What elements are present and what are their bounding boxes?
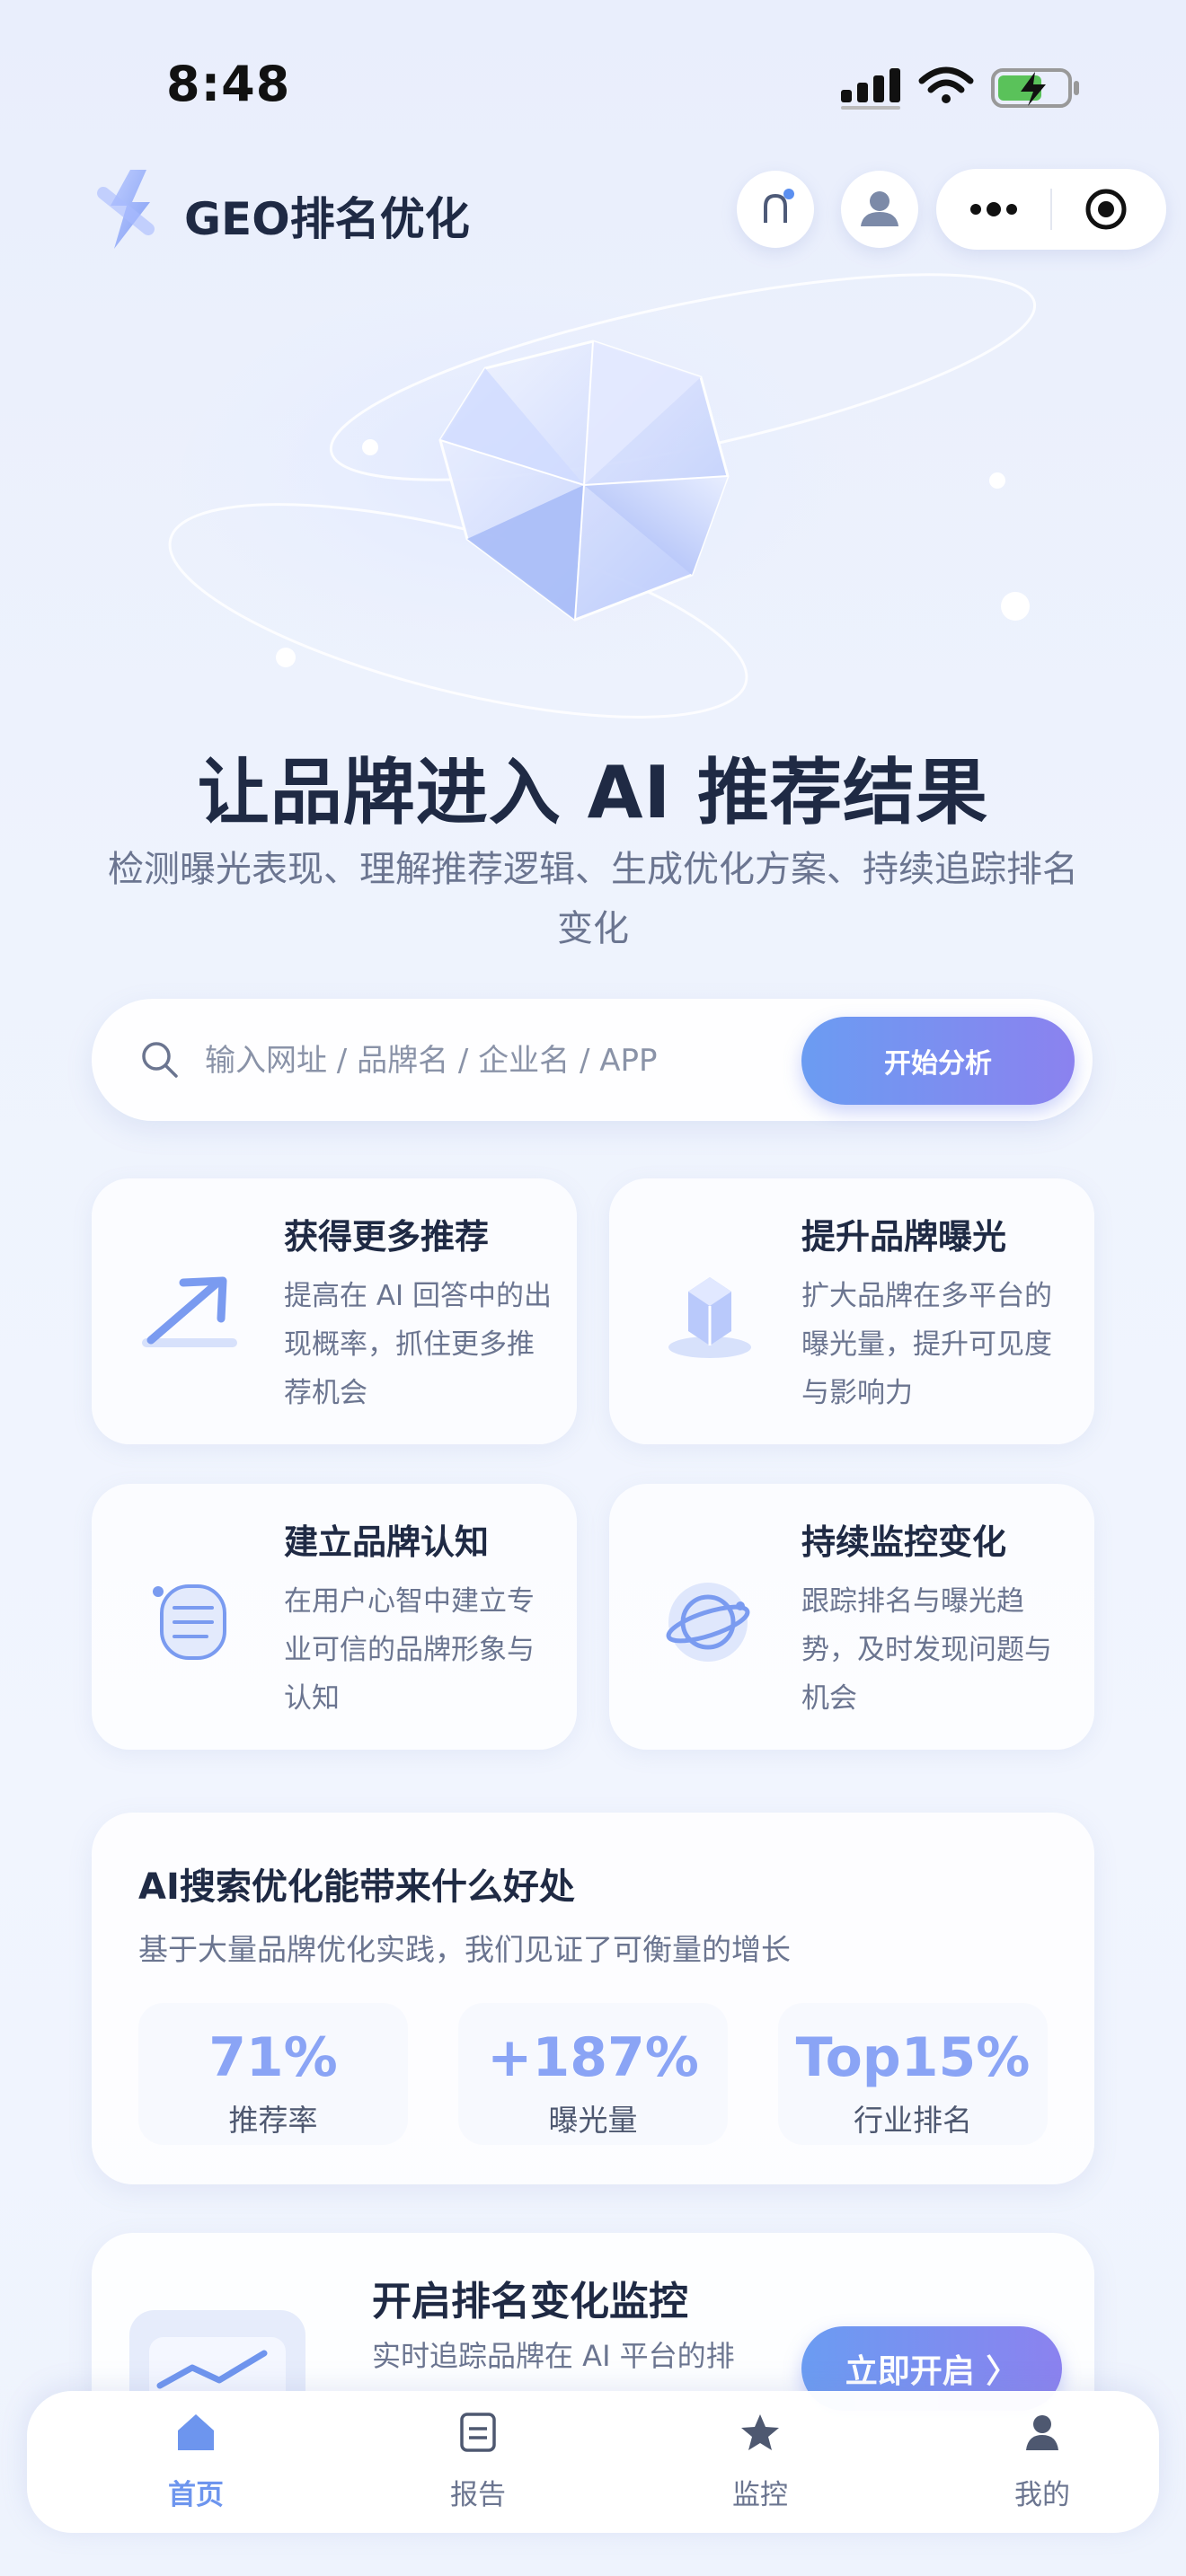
feature-desc: 提高在 AI 回答中的出现概率，抓住更多推荐机会 bbox=[284, 1280, 553, 1409]
brand-logo-icon bbox=[97, 170, 155, 249]
hero-crystal-illustration bbox=[168, 273, 1037, 719]
tab-profile[interactable]: 我的 bbox=[961, 2407, 1123, 2515]
feature-desc: 在用户心智中建立专业可信的品牌形象与认知 bbox=[284, 1585, 535, 1715]
user-icon bbox=[1026, 2415, 1058, 2450]
feature-title: 建立品牌认知 bbox=[284, 1522, 490, 1562]
signal-icon bbox=[841, 68, 900, 110]
status-time: 8:48 bbox=[166, 56, 291, 112]
search-icon bbox=[142, 1042, 178, 1078]
hero-subtitle: 检测曝光表现、理解推荐逻辑、生成优化方案、持续追踪排名变化 bbox=[108, 849, 1078, 949]
feature-title: 提升品牌曝光 bbox=[801, 1217, 1007, 1257]
feature-title: 获得更多推荐 bbox=[284, 1217, 490, 1257]
wifi-icon bbox=[918, 66, 974, 103]
report-icon bbox=[460, 2413, 496, 2452]
avatar-button[interactable] bbox=[841, 171, 918, 248]
miniprogram-capsule bbox=[936, 169, 1166, 250]
hero-title: 让品牌进入 AI 推荐结果 bbox=[197, 751, 989, 834]
crystal-icon bbox=[668, 1277, 751, 1358]
arrow-up-right-icon bbox=[142, 1276, 237, 1347]
tab-label: 首页 bbox=[168, 2479, 224, 2511]
capsule-divider bbox=[1050, 189, 1052, 230]
feature-card-exposure[interactable]: 提升品牌曝光 扩大品牌在多平台的曝光量，提升可见度与影响力 bbox=[609, 1178, 1094, 1444]
stat-recommend-rate: 71% 推荐率 bbox=[138, 2003, 408, 2145]
benefits-title: AI搜索优化能带来什么好处 bbox=[138, 1866, 575, 1908]
stat-value: +187% bbox=[487, 2026, 699, 2089]
app-title: GEO排名优化 bbox=[184, 193, 470, 245]
stat-label: 曝光量 bbox=[548, 2103, 638, 2138]
headset-icon bbox=[764, 189, 794, 223]
feature-desc: 跟踪排名与曝光趋势，及时发现问题与机会 bbox=[801, 1585, 1052, 1715]
bottom-tab-bar: 首页 报告 监控 我的 bbox=[27, 2391, 1159, 2533]
star-icon bbox=[741, 2414, 779, 2450]
stat-label: 行业排名 bbox=[854, 2103, 972, 2138]
tab-label: 监控 bbox=[732, 2479, 788, 2511]
document-icon bbox=[153, 1584, 226, 1660]
monitor-title: 开启排名变化监控 bbox=[372, 2279, 688, 2325]
stat-value: 71% bbox=[208, 2026, 338, 2089]
stat-value: Top15% bbox=[795, 2026, 1031, 2089]
more-icon[interactable] bbox=[965, 194, 1022, 225]
feature-card-awareness[interactable]: 建立品牌认知 在用户心智中建立专业可信的品牌形象与认知 bbox=[92, 1484, 577, 1750]
planet-icon bbox=[666, 1583, 750, 1662]
headset-button[interactable] bbox=[737, 171, 814, 248]
tab-label: 我的 bbox=[1014, 2479, 1070, 2511]
feature-card-monitor[interactable]: 持续监控变化 跟踪排名与曝光趋势，及时发现问题与机会 bbox=[609, 1484, 1094, 1750]
tab-report[interactable]: 报告 bbox=[397, 2407, 559, 2515]
benefits-subtitle: 基于大量品牌优化实践，我们见证了可衡量的增长 bbox=[138, 1932, 791, 1967]
close-miniprogram-icon[interactable] bbox=[1084, 187, 1128, 232]
monitor-desc: 实时追踪品牌在 AI 平台的排 bbox=[372, 2339, 735, 2373]
avatar-icon bbox=[861, 191, 898, 226]
tab-monitor[interactable]: 监控 bbox=[679, 2407, 841, 2515]
feature-title: 持续监控变化 bbox=[801, 1522, 1007, 1562]
stat-industry-rank: Top15% 行业排名 bbox=[778, 2003, 1048, 2145]
tab-label: 报告 bbox=[450, 2479, 506, 2511]
battery-icon bbox=[991, 68, 1079, 108]
start-analysis-button[interactable]: 开始分析 bbox=[801, 1017, 1075, 1105]
benefits-section: AI搜索优化能带来什么好处 基于大量品牌优化实践，我们见证了可衡量的增长 71%… bbox=[92, 1813, 1094, 2184]
search-bar: 开始分析 bbox=[92, 999, 1093, 1121]
feature-desc: 扩大品牌在多平台的曝光量，提升可见度与影响力 bbox=[801, 1280, 1052, 1409]
tab-home[interactable]: 首页 bbox=[115, 2407, 277, 2515]
stat-label: 推荐率 bbox=[228, 2103, 318, 2138]
status-icons bbox=[841, 66, 1079, 110]
home-icon bbox=[178, 2414, 214, 2450]
stat-exposure: +187% 曝光量 bbox=[458, 2003, 728, 2145]
search-input[interactable] bbox=[203, 1031, 782, 1090]
feature-card-recommend[interactable]: 获得更多推荐 提高在 AI 回答中的出现概率，抓住更多推荐机会 bbox=[92, 1178, 577, 1444]
